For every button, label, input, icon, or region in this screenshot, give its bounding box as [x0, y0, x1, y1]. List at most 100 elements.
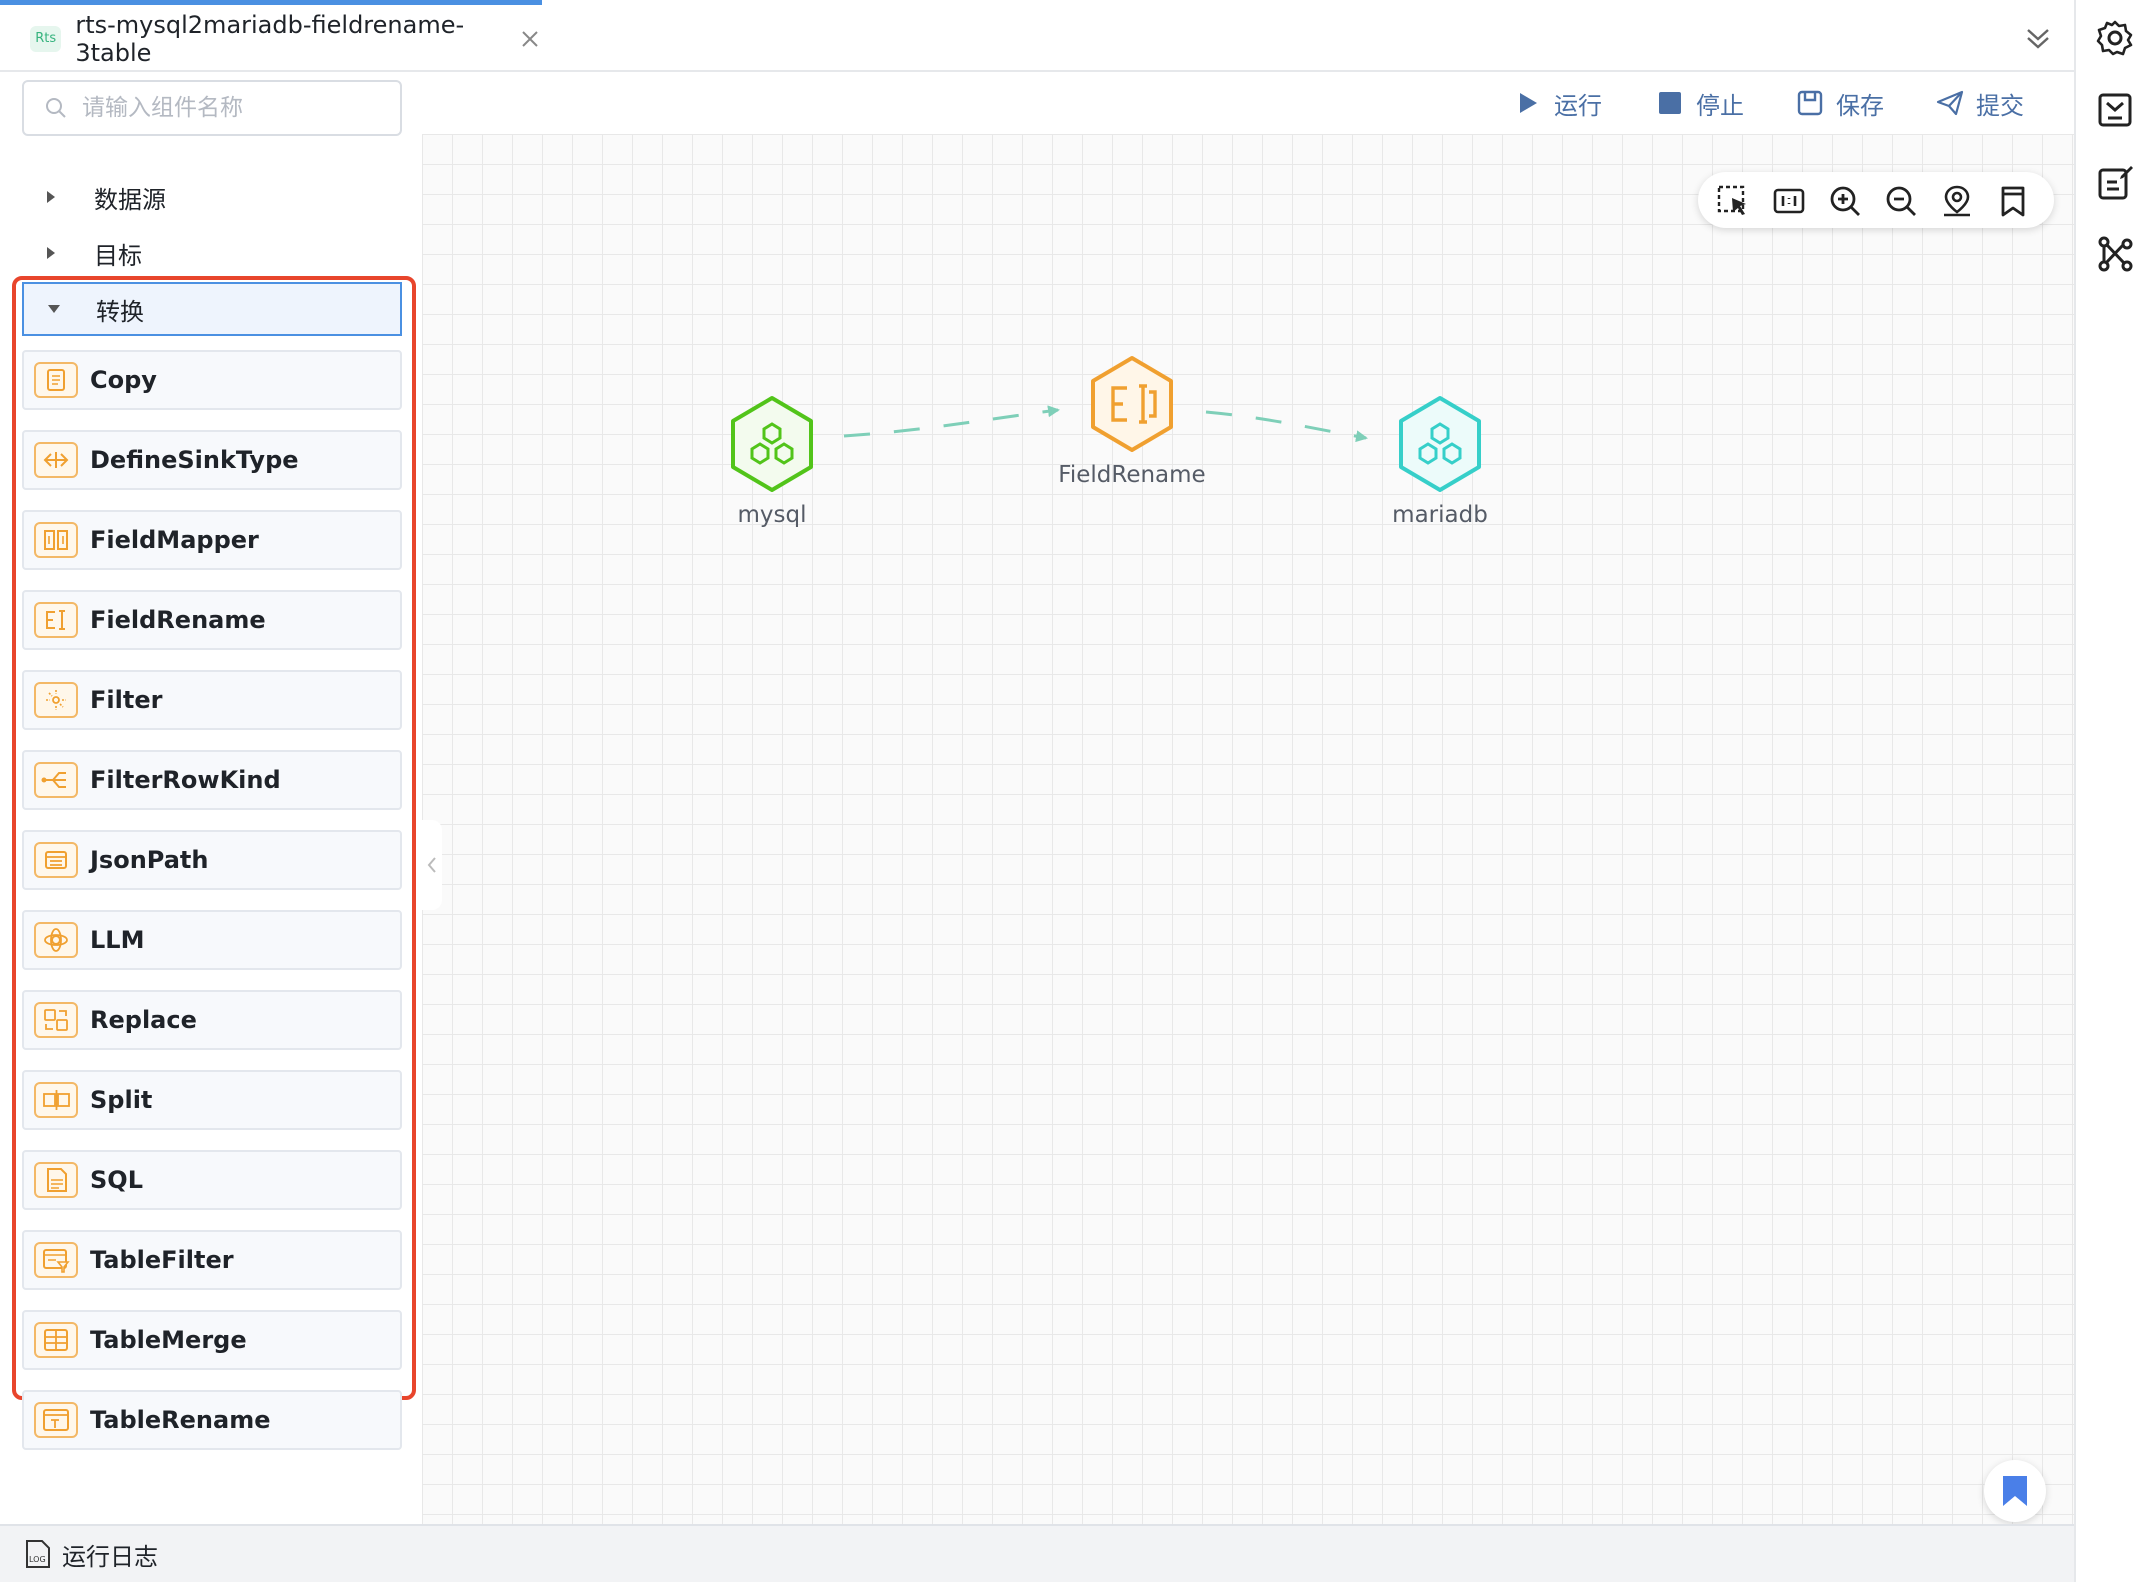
sql-icon: [34, 1162, 78, 1198]
save-button[interactable]: 保存: [1796, 86, 1884, 120]
component-label: FieldMapper: [90, 526, 259, 554]
send-icon: [1936, 89, 1964, 117]
tree-node-label: 目标: [94, 241, 142, 270]
table-merge-icon: [34, 1322, 78, 1358]
filter-icon: [34, 682, 78, 718]
table-filter-icon: [34, 1242, 78, 1278]
terminal-icon[interactable]: [2095, 90, 2135, 130]
tree-node-datasource[interactable]: 数据源: [22, 170, 402, 224]
filter-row-kind-icon: [34, 762, 78, 798]
field-rename-icon: [34, 602, 78, 638]
tab-pipeline[interactable]: Rts rts-mysql2mariadb-fieldrename-3table: [0, 0, 542, 72]
fit-view-icon[interactable]: [1772, 184, 1806, 218]
node-label: FieldRename: [1058, 462, 1206, 488]
save-icon: [1796, 89, 1824, 117]
submit-button[interactable]: 提交: [1936, 86, 2024, 120]
component-item-tablemerge[interactable]: TableMerge: [22, 1310, 402, 1370]
run-button[interactable]: 运行: [1514, 86, 1602, 120]
run-log-label: 运行日志: [62, 1542, 158, 1571]
component-item-llm[interactable]: LLM: [22, 910, 402, 970]
field-rename-node-icon: [1091, 356, 1173, 452]
node-label: mysql: [737, 502, 807, 528]
zoom-in-icon[interactable]: [1828, 184, 1862, 218]
floating-bookmark-button[interactable]: [1984, 1460, 2046, 1522]
graph-nodes-icon[interactable]: [2095, 234, 2135, 274]
component-label: FieldRename: [90, 606, 266, 634]
right-icon-rail: [2074, 0, 2152, 1582]
component-item-filter[interactable]: Filter: [22, 670, 402, 730]
component-label: DefineSinkType: [90, 446, 299, 474]
canvas-zoom-toolbar: [1698, 172, 2054, 228]
field-mapper-icon: [34, 522, 78, 558]
node-mariadb[interactable]: mariadb: [1380, 394, 1500, 528]
component-item-tablefilter[interactable]: TableFilter: [22, 1230, 402, 1290]
panel-collapse-handle[interactable]: [422, 820, 442, 910]
locate-icon[interactable]: [1940, 184, 1974, 218]
component-label: TableFilter: [90, 1246, 234, 1274]
component-item-tablerename[interactable]: TableRename: [22, 1390, 402, 1450]
json-path-icon: [34, 842, 78, 878]
component-label: TableRename: [90, 1406, 271, 1434]
app-root: Rts rts-mysql2mariadb-fieldrename-3table: [0, 0, 2152, 1582]
play-icon: [1514, 89, 1542, 117]
component-item-fieldrename[interactable]: FieldRename: [22, 590, 402, 650]
component-label: JsonPath: [90, 846, 209, 874]
edit-document-icon[interactable]: [2095, 162, 2135, 202]
replace-icon: [34, 1002, 78, 1038]
component-label: Replace: [90, 1006, 197, 1034]
component-label: Copy: [90, 366, 157, 394]
search-icon: [46, 98, 66, 118]
gear-icon[interactable]: [2095, 18, 2135, 58]
tab-title: rts-mysql2mariadb-fieldrename-3table: [75, 10, 465, 67]
component-item-sql[interactable]: SQL: [22, 1150, 402, 1210]
node-mysql[interactable]: mysql: [712, 394, 832, 528]
log-file-icon: LOG: [26, 1540, 50, 1568]
run-log-bar[interactable]: LOG 运行日志: [0, 1524, 2074, 1582]
tree-node-label: 数据源: [94, 185, 166, 214]
component-item-filterrowkind[interactable]: FilterRowKind: [22, 750, 402, 810]
caret-right-icon: [44, 245, 74, 261]
tree-node-target[interactable]: 目标: [22, 226, 402, 280]
split-icon: [34, 1082, 78, 1118]
mariadb-node-icon: [1399, 396, 1481, 492]
bookmark-icon[interactable]: [1996, 184, 2030, 218]
component-item-split[interactable]: Split: [22, 1070, 402, 1130]
flow-canvas[interactable]: [422, 134, 2074, 1524]
component-label: FilterRowKind: [90, 766, 281, 794]
zoom-out-icon[interactable]: [1884, 184, 1918, 218]
component-label: Split: [90, 1086, 153, 1114]
box-select-icon[interactable]: [1716, 184, 1750, 218]
component-label: TableMerge: [90, 1326, 247, 1354]
copy-icon: [34, 362, 78, 398]
component-label: SQL: [90, 1166, 143, 1194]
component-item-jsonpath[interactable]: JsonPath: [22, 830, 402, 890]
chevron-left-icon: [427, 857, 436, 873]
stop-icon: [1656, 89, 1684, 117]
canvas-toolbar: 运行 停止 保存 提交: [422, 72, 2074, 134]
component-item-copy[interactable]: Copy: [22, 350, 402, 410]
tab-bar: Rts rts-mysql2mariadb-fieldrename-3table: [0, 0, 2074, 72]
svg-text:LOG: LOG: [29, 1555, 46, 1564]
tab-badge: Rts: [30, 25, 62, 52]
bookmark-filled-icon: [2003, 1476, 2027, 1506]
run-label: 运行: [1554, 91, 1602, 120]
component-item-definesinktype[interactable]: DefineSinkType: [22, 430, 402, 490]
node-label: mariadb: [1392, 502, 1488, 528]
save-label: 保存: [1836, 91, 1884, 120]
component-label: Filter: [90, 686, 163, 714]
component-item-fieldmapper[interactable]: FieldMapper: [22, 510, 402, 570]
llm-icon: [34, 922, 78, 958]
node-fieldrename[interactable]: FieldRename: [1042, 354, 1222, 488]
table-rename-icon: [34, 1402, 78, 1438]
submit-label: 提交: [1976, 91, 2024, 120]
close-icon[interactable]: [518, 26, 542, 52]
search-input[interactable]: [82, 95, 382, 121]
caret-right-icon: [44, 189, 74, 205]
define-sink-type-icon: [34, 442, 78, 478]
component-item-replace[interactable]: Replace: [22, 990, 402, 1050]
chevron-double-down-icon[interactable]: [2022, 22, 2054, 54]
stop-button[interactable]: 停止: [1656, 86, 1744, 120]
stop-label: 停止: [1696, 91, 1744, 120]
search-box[interactable]: [22, 80, 402, 136]
component-label: LLM: [90, 926, 145, 954]
